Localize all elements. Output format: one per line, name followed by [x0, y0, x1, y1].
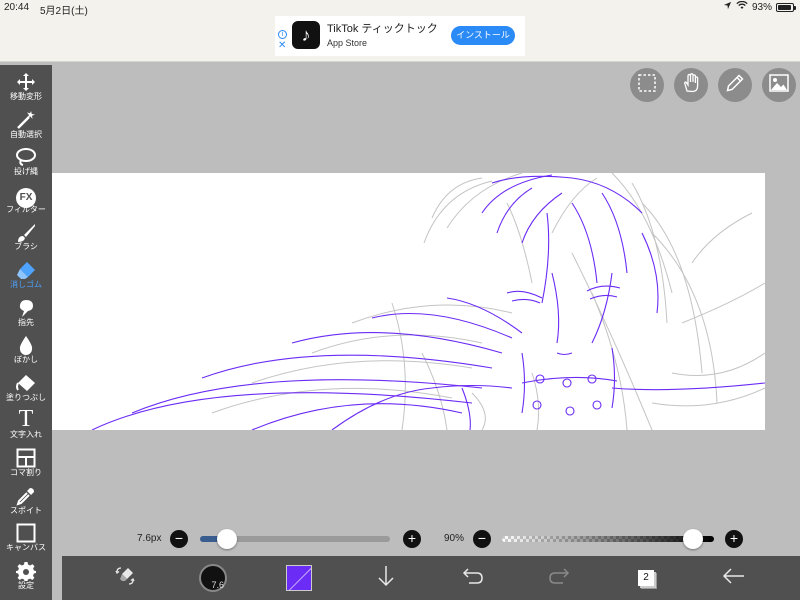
tool-label: キャンバス: [6, 543, 46, 553]
color-button[interactable]: [279, 556, 319, 600]
brush-size-slider[interactable]: [200, 529, 390, 549]
move-down-button[interactable]: [366, 556, 406, 600]
location-icon: [723, 1, 732, 13]
battery-fill: [778, 4, 792, 10]
tool-label: スポイト: [10, 505, 42, 515]
battery-icon: [776, 2, 796, 12]
status-date: 5月2日(土): [40, 6, 88, 17]
tool-label: ブラシ: [14, 242, 38, 252]
tool-filter[interactable]: FX フィルター: [0, 181, 52, 219]
brush-size-preview: 7.6: [199, 564, 227, 592]
tool-label: 設定: [18, 580, 34, 590]
tool-settings[interactable]: 設定: [0, 557, 52, 595]
tool-label: ぼかし: [14, 355, 38, 365]
arrow-down-icon: [377, 565, 395, 592]
ad-install-button[interactable]: インストール: [451, 26, 515, 45]
current-color-swatch: [286, 565, 312, 591]
tool-label: 塗りつぶし: [5, 392, 47, 402]
tool-frame-divide[interactable]: コマ割り: [0, 444, 52, 482]
tool-label: 文字入れ: [10, 430, 42, 440]
image-button[interactable]: [762, 68, 796, 102]
tool-brush[interactable]: ブラシ: [0, 218, 52, 256]
hand-button[interactable]: [674, 68, 708, 102]
text-glyph: T: [18, 406, 34, 433]
size-increase-button[interactable]: +: [403, 530, 421, 548]
dashed-selection-icon: [638, 73, 656, 97]
finger-smudge-icon: [0, 296, 52, 318]
bottom-toolbar: 7.6 2: [62, 556, 800, 600]
tiktok-logo-icon: ♪: [292, 21, 320, 49]
brush-size-thumb[interactable]: [216, 529, 237, 549]
ad-title: TikTok ティックトック: [327, 23, 438, 35]
ad-strip: i ✕ ♪ TikTok ティックトック App Store インストール: [0, 16, 800, 62]
tool-label: フィルター: [6, 204, 46, 214]
tool-label: 消しゴム: [10, 280, 42, 289]
tool-auto-select[interactable]: 自動選択: [0, 106, 52, 144]
layer-count: 2: [638, 570, 654, 586]
tool-eraser[interactable]: 消しゴム: [0, 256, 52, 294]
ad-close-icon[interactable]: ✕: [278, 41, 286, 51]
tool-lasso[interactable]: 投げ縄: [0, 143, 52, 181]
tool-label: 自動選択: [10, 129, 42, 139]
status-time: 20:44: [4, 2, 30, 13]
canvas-square-icon: [0, 521, 52, 543]
tool-label: 投げ縄: [14, 167, 38, 177]
brush-size-label: 7.6px: [137, 533, 162, 544]
ad-subtitle: App Store: [327, 38, 368, 48]
paint-bucket-icon: [0, 371, 52, 393]
tool-move-transform[interactable]: 移動変形: [0, 68, 52, 106]
arrow-left-icon: [722, 567, 746, 590]
sketch-artwork: [91, 173, 765, 430]
battery-percent: 93%: [751, 1, 772, 13]
tool-panel: 移動変形 自動選択 投げ縄 FX フィルター ブラシ 消しゴム 指先 ぼかし 塗…: [0, 65, 52, 600]
hand-icon: [682, 72, 700, 98]
text-t-icon: T: [0, 406, 52, 433]
pen-icon: [726, 73, 744, 97]
opacity-slider[interactable]: [502, 529, 714, 549]
selection-button[interactable]: [630, 68, 664, 102]
frame-divide-icon: [0, 446, 52, 468]
lasso-icon: [0, 145, 52, 167]
gear-icon: [0, 559, 52, 582]
pen-button[interactable]: [718, 68, 752, 102]
water-drop-icon: [0, 333, 52, 356]
brush-size-value: 7.6: [211, 580, 224, 590]
brush-eraser-toggle-button[interactable]: [105, 556, 145, 600]
ad-info-icon[interactable]: i: [278, 30, 287, 39]
move-arrows-icon: [0, 70, 52, 92]
tool-label: コマ割り: [10, 468, 42, 477]
brush-eraser-swap-icon: [114, 565, 136, 592]
size-decrease-button[interactable]: −: [170, 530, 188, 548]
drawing-canvas[interactable]: [52, 173, 765, 430]
magic-wand-icon: [0, 108, 52, 130]
tool-finger[interactable]: 指先: [0, 294, 52, 332]
opacity-increase-button[interactable]: +: [725, 530, 743, 548]
eyedropper-icon: [0, 484, 52, 506]
back-button[interactable]: [714, 556, 754, 600]
opacity-label: 90%: [444, 533, 465, 544]
wifi-icon: [736, 0, 748, 13]
tool-blur[interactable]: ぼかし: [0, 331, 52, 369]
status-indicators: 93%: [723, 0, 796, 13]
image-icon: [769, 73, 789, 97]
tool-fill[interactable]: 塗りつぶし: [0, 369, 52, 407]
redo-icon: [548, 567, 570, 590]
opacity-decrease-button[interactable]: −: [473, 530, 491, 548]
tool-text[interactable]: T 文字入れ: [0, 406, 52, 444]
tool-label: 移動変形: [10, 92, 42, 101]
eraser-icon: [0, 258, 52, 280]
tool-canvas[interactable]: キャンバス: [0, 519, 52, 557]
ad-banner[interactable]: i ✕ ♪ TikTok ティックトック App Store インストール: [275, 16, 525, 56]
undo-button[interactable]: [453, 556, 493, 600]
layers-button[interactable]: 2: [626, 556, 666, 600]
status-bar: 20:44 5月2日(土) 93%: [0, 0, 800, 17]
tool-label: 指先: [18, 317, 34, 327]
brush-size-button[interactable]: 7.6: [193, 556, 233, 600]
fx-icon: FX: [0, 183, 52, 208]
tool-eyedropper[interactable]: スポイト: [0, 482, 52, 520]
opacity-thumb[interactable]: [682, 529, 703, 549]
redo-button[interactable]: [539, 556, 579, 600]
undo-icon: [462, 567, 484, 590]
brush-icon: [0, 220, 52, 242]
